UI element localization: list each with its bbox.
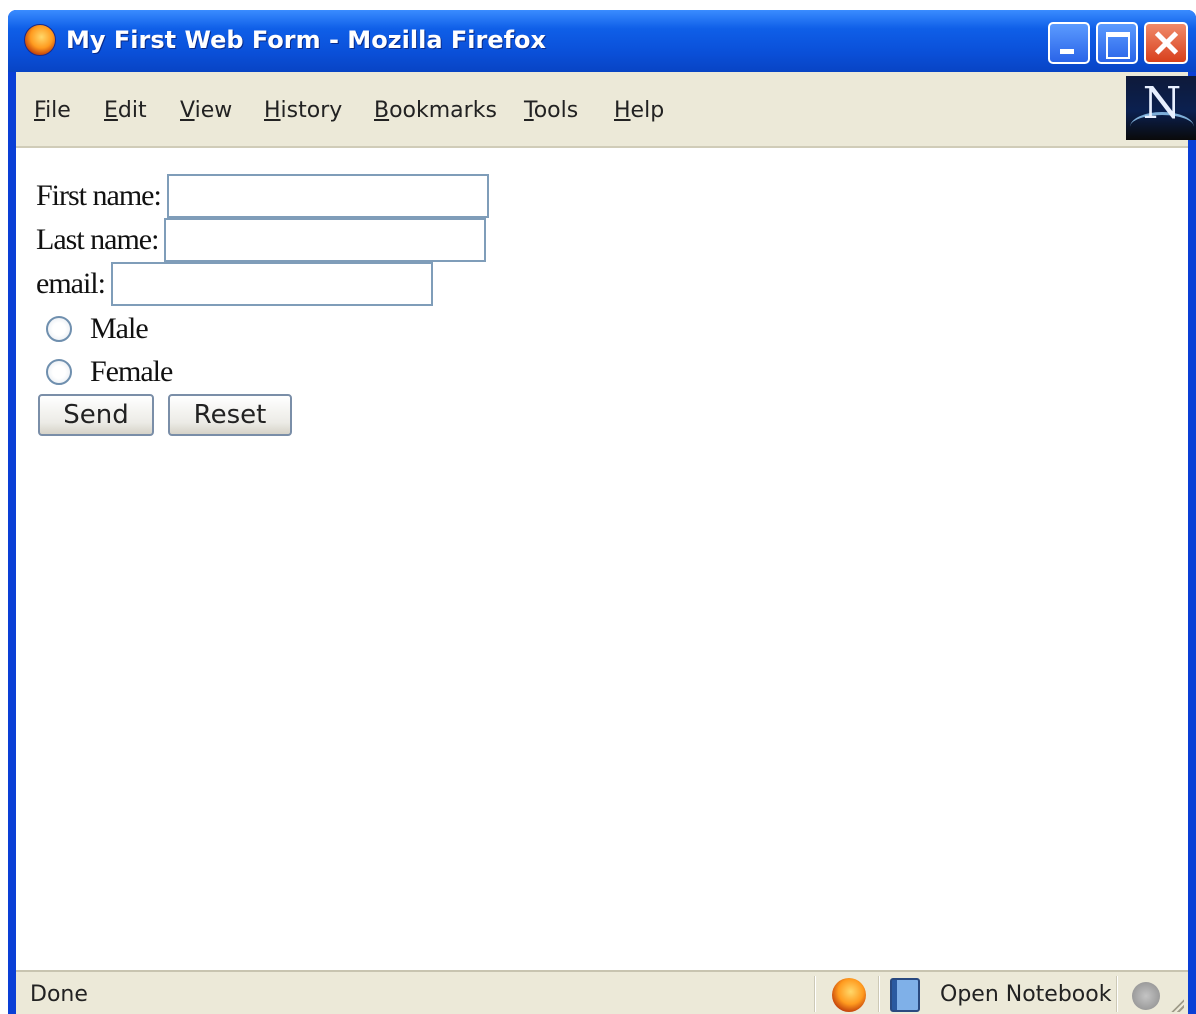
status-divider xyxy=(878,976,880,1012)
first-name-label: First name: xyxy=(36,179,162,212)
radio-male-row[interactable]: Male xyxy=(36,310,149,346)
menu-help[interactable]: Help xyxy=(614,98,664,123)
firefox-icon xyxy=(24,24,56,56)
resize-grip-icon[interactable] xyxy=(1168,996,1184,1012)
close-button[interactable] xyxy=(1144,22,1188,64)
radio-female[interactable] xyxy=(46,359,72,386)
radio-female-label[interactable]: Female xyxy=(90,355,173,389)
radio-male[interactable] xyxy=(46,316,72,343)
email-input[interactable] xyxy=(110,262,433,306)
status-text: Done xyxy=(30,982,88,1007)
throbber-letter: N xyxy=(1142,78,1182,129)
email-label: email: xyxy=(36,267,106,300)
menu-bar: File Edit View History Bookmarks Tools H… xyxy=(16,72,1196,148)
maximize-button[interactable] xyxy=(1096,22,1138,64)
menu-view[interactable]: View xyxy=(180,98,232,123)
page-content: First name: Last name: email: Male Femal… xyxy=(16,148,1188,970)
radio-male-label[interactable]: Male xyxy=(90,312,149,346)
status-divider xyxy=(1116,976,1118,1012)
status-divider xyxy=(814,976,816,1012)
menu-bookmarks[interactable]: Bookmarks xyxy=(374,98,497,123)
last-name-label: Last name: xyxy=(36,223,159,256)
email-row: email: xyxy=(36,262,433,306)
last-name-input[interactable] xyxy=(164,218,487,262)
menu-tools[interactable]: Tools xyxy=(524,98,578,123)
pen-icon[interactable] xyxy=(1132,982,1160,1010)
minimize-button[interactable] xyxy=(1048,22,1090,64)
last-name-row: Last name: xyxy=(36,218,487,262)
window-title: My First Web Form - Mozilla Firefox xyxy=(66,26,547,54)
title-bar[interactable]: My First Web Form - Mozilla Firefox xyxy=(8,10,1196,72)
open-notebook-link[interactable]: Open Notebook xyxy=(940,982,1111,1007)
first-name-row: First name: xyxy=(36,174,489,218)
browser-window: My First Web Form - Mozilla Firefox File… xyxy=(8,10,1196,1014)
status-bar: Done Open Notebook xyxy=(16,970,1188,1014)
menu-file[interactable]: File xyxy=(34,98,71,123)
throbber-logo: N xyxy=(1126,76,1196,140)
menu-history[interactable]: History xyxy=(264,98,342,123)
firefox-icon[interactable] xyxy=(832,978,866,1012)
menu-edit[interactable]: Edit xyxy=(104,98,147,123)
radio-female-row[interactable]: Female xyxy=(36,353,173,389)
send-button[interactable]: Send xyxy=(38,394,154,436)
reset-button[interactable]: Reset xyxy=(168,394,292,436)
first-name-input[interactable] xyxy=(166,174,489,218)
notebook-icon[interactable] xyxy=(890,978,920,1012)
